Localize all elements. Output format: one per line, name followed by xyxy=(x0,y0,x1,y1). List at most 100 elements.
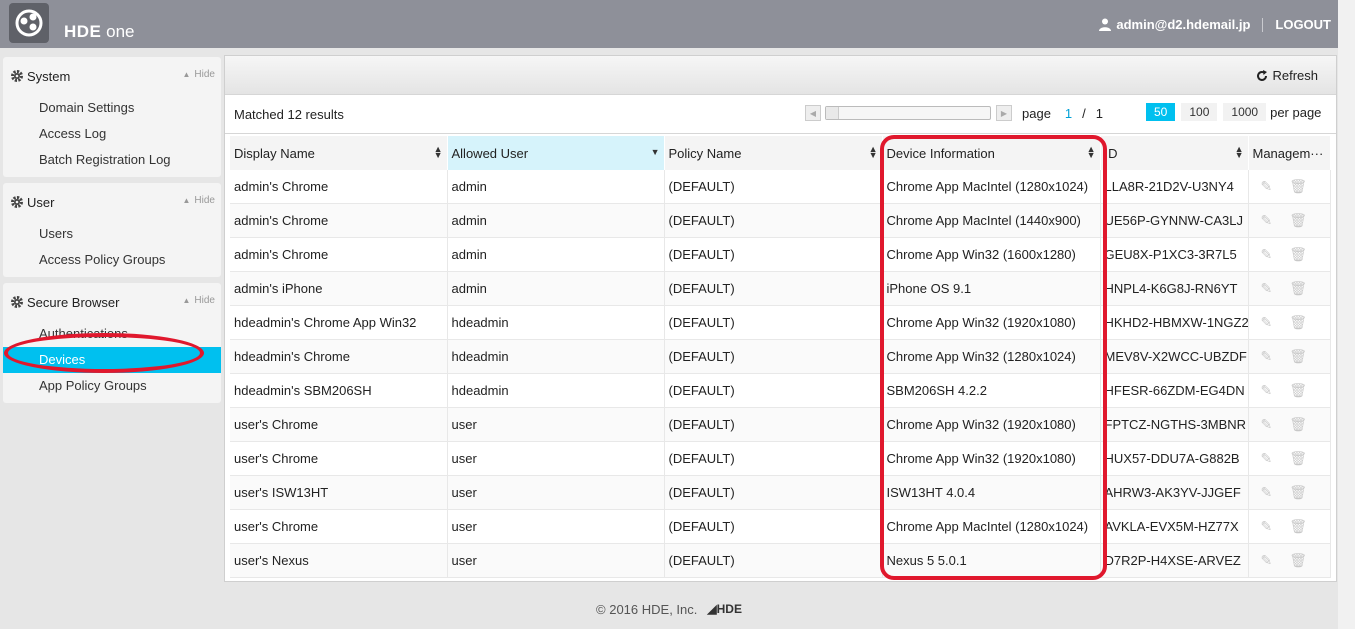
table-cell: ISW13HT 4.0.4 xyxy=(882,475,1101,510)
sidebar-item-app-policy-groups[interactable]: App Policy Groups xyxy=(3,373,221,399)
table-cell: (DEFAULT) xyxy=(664,373,883,408)
edit-pencil-icon[interactable]: ✎ xyxy=(1261,484,1273,500)
table-cell: admin's Chrome xyxy=(230,237,448,272)
edit-pencil-icon[interactable]: ✎ xyxy=(1261,450,1273,466)
app-logo[interactable] xyxy=(9,3,49,43)
edit-pencil-icon[interactable]: ✎ xyxy=(1261,246,1273,262)
table-row[interactable]: admin's iPhone admin (DEFAULT) iPhone OS 9.… xyxy=(230,271,1331,306)
column-header-management[interactable]: Managem··· xyxy=(1248,136,1331,170)
trash-icon[interactable]: 🗑 xyxy=(1289,382,1307,398)
column-header-policy-name[interactable]: Policy Name ▲ ▼ xyxy=(664,136,883,170)
table-row[interactable]: admin's Chrome admin (DEFAULT) Chrome App M… xyxy=(230,170,1331,204)
table-cell: user xyxy=(447,543,665,578)
gear-icon xyxy=(11,296,23,308)
hide-toggle[interactable]: ▲ Hide xyxy=(183,69,216,80)
sidebar-item-domain-settings[interactable]: Domain Settings xyxy=(3,95,221,121)
trash-icon[interactable]: 🗑 xyxy=(1289,246,1307,262)
table-row[interactable]: user's Chrome user (DEFAULT) Chrome App Win… xyxy=(230,441,1331,476)
table-row[interactable]: user's ISW13HT user (DEFAULT) ISW13HT 4.0.4… xyxy=(230,475,1331,510)
edit-pencil-icon[interactable]: ✎ xyxy=(1261,178,1273,194)
edit-pencil-icon[interactable]: ✎ xyxy=(1261,416,1273,432)
page-slider[interactable] xyxy=(825,106,991,120)
table-cell: (DEFAULT) xyxy=(664,271,883,306)
triangle-up-icon: ▲ xyxy=(182,296,191,305)
management-cell: ✎ 🗑 xyxy=(1248,339,1331,374)
sidebar-item-access-log[interactable]: Access Log xyxy=(3,121,221,147)
edit-pencil-icon[interactable]: ✎ xyxy=(1261,314,1273,330)
table-cell: iPhone OS 9.1 xyxy=(882,271,1101,306)
user-email[interactable]: admin@d2.hdemail.jp xyxy=(1116,17,1250,32)
logout-link[interactable]: LOGOUT xyxy=(1275,17,1331,32)
edit-pencil-icon[interactable]: ✎ xyxy=(1261,280,1273,296)
column-header-display-name[interactable]: Display Name ▲ ▼ xyxy=(230,136,448,170)
trash-icon[interactable]: 🗑 xyxy=(1289,416,1307,432)
column-header-id[interactable]: ID ▲ ▼ xyxy=(1100,136,1249,170)
table-cell: (DEFAULT) xyxy=(664,305,883,340)
table-cell: admin's Chrome xyxy=(230,170,448,204)
page-separator: / xyxy=(1082,105,1086,121)
management-cell: ✎ 🗑 xyxy=(1248,271,1331,306)
table-row[interactable]: hdeadmin's SBM206SH hdeadmin (DEFAULT) SBM2… xyxy=(230,373,1331,408)
table-cell: HKHD2-HBMXW-1NGZ2 xyxy=(1100,305,1249,340)
table-cell: user's Chrome xyxy=(230,441,448,476)
prev-page-button[interactable]: ◀ xyxy=(805,105,821,121)
table-cell: hdeadmin xyxy=(447,373,665,408)
per-page-label: per page xyxy=(1270,104,1322,120)
table-cell: HNPL4-K6G8J-RN6YT xyxy=(1100,271,1249,306)
hide-toggle[interactable]: ▲ Hide xyxy=(183,195,216,206)
sidebar-item-authentications[interactable]: Authentications xyxy=(3,321,221,347)
management-cell: ✎ 🗑 xyxy=(1248,203,1331,238)
trash-icon[interactable]: 🗑 xyxy=(1289,178,1307,194)
table-cell: Chrome App Win32 (1600x1280) xyxy=(882,237,1101,272)
table-row[interactable]: hdeadmin's Chrome hdeadmin (DEFAULT) Chrome… xyxy=(230,339,1331,374)
sidebar-item-users[interactable]: Users xyxy=(3,221,221,247)
table-header-row: Display Name ▲ ▼ Allowed User ▼ Policy Name… xyxy=(230,136,1331,170)
next-page-button[interactable]: ▶ xyxy=(996,105,1012,121)
page-slider-thumb[interactable] xyxy=(826,107,839,119)
sidebar-group-title: System xyxy=(27,68,71,84)
table-cell: admin's Chrome xyxy=(230,203,448,238)
column-header-allowed-user[interactable]: Allowed User ▼ xyxy=(447,136,665,170)
column-header-device-information[interactable]: Device Information ▲ ▼ xyxy=(882,136,1101,170)
edit-pencil-icon[interactable]: ✎ xyxy=(1261,552,1273,568)
trash-icon[interactable]: 🗑 xyxy=(1289,484,1307,500)
per-page-option-50[interactable]: 50 xyxy=(1146,103,1176,121)
hide-toggle[interactable]: ▲ Hide xyxy=(183,295,216,306)
page-label: page xyxy=(1022,105,1051,121)
per-page-option-100[interactable]: 100 xyxy=(1181,103,1218,121)
refresh-label: Refresh xyxy=(1272,68,1318,83)
edit-pencil-icon[interactable]: ✎ xyxy=(1261,348,1273,364)
table-row[interactable]: user's Chrome user (DEFAULT) Chrome App Win… xyxy=(230,407,1331,442)
table-row[interactable]: hdeadmin's Chrome App Win32 hdeadmin (DEFA… xyxy=(230,305,1331,340)
management-cell: ✎ 🗑 xyxy=(1248,509,1331,544)
sidebar-item-devices[interactable]: Devices xyxy=(3,347,221,373)
table-row[interactable]: admin's Chrome admin (DEFAULT) Chrome App M… xyxy=(230,203,1331,238)
trash-icon[interactable]: 🗑 xyxy=(1289,314,1307,330)
edit-pencil-icon[interactable]: ✎ xyxy=(1261,212,1273,228)
trash-icon[interactable]: 🗑 xyxy=(1289,280,1307,296)
refresh-button[interactable]: Refresh xyxy=(1256,68,1318,83)
table-cell: Chrome App MacIntel (1440x900) xyxy=(882,203,1101,238)
table-cell: (DEFAULT) xyxy=(664,407,883,442)
table-row[interactable]: admin's Chrome admin (DEFAULT) Chrome App W… xyxy=(230,237,1331,272)
app-header: HDE one admin@d2.hdemail.jp LOGOUT xyxy=(0,0,1338,48)
table-cell: user's Chrome xyxy=(230,407,448,442)
sidebar-item-access-policy-groups[interactable]: Access Policy Groups xyxy=(3,247,221,273)
page-scrollbar[interactable] xyxy=(1338,0,1355,629)
edit-pencil-icon[interactable]: ✎ xyxy=(1261,382,1273,398)
table-cell: SBM206SH 4.2.2 xyxy=(882,373,1101,408)
sort-icon: ▲ ▼ xyxy=(1234,144,1244,160)
trash-icon[interactable]: 🗑 xyxy=(1289,450,1307,466)
trash-icon[interactable]: 🗑 xyxy=(1289,518,1307,534)
page-footer: © 2016 HDE, Inc. ◢HDE xyxy=(0,589,1338,629)
edit-pencil-icon[interactable]: ✎ xyxy=(1261,518,1273,534)
table-cell: Chrome App MacIntel (1280x1024) xyxy=(882,170,1101,204)
sidebar-item-batch-registration-log[interactable]: Batch Registration Log xyxy=(3,147,221,173)
trash-icon[interactable]: 🗑 xyxy=(1289,348,1307,364)
table-row[interactable]: user's Chrome user (DEFAULT) Chrome App Mac… xyxy=(230,509,1331,544)
trash-icon[interactable]: 🗑 xyxy=(1289,212,1307,228)
per-page-option-1000[interactable]: 1000 xyxy=(1223,103,1267,121)
table-cell: MEV8V-X2WCC-UBZDF xyxy=(1100,339,1249,374)
trash-icon[interactable]: 🗑 xyxy=(1289,552,1307,568)
table-row[interactable]: user's Nexus user (DEFAULT) Nexus 5 5.0.1 D7… xyxy=(230,543,1331,578)
